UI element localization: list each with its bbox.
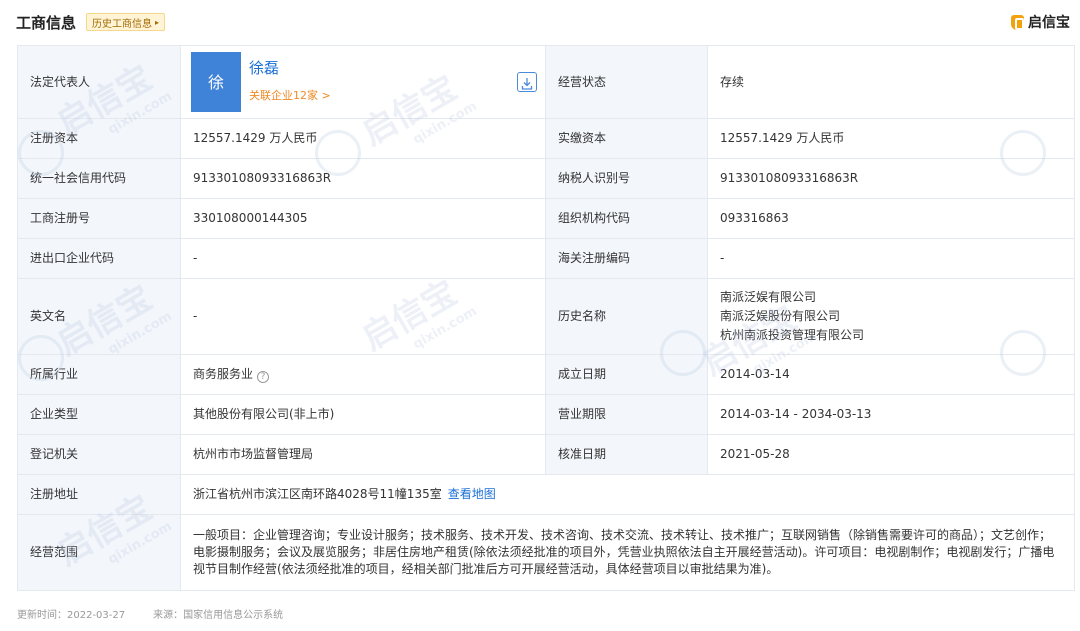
- org-code-value: 093316863: [707, 198, 1075, 239]
- table-row: 登记机关 杭州市市场监督管理局 核准日期 2021-05-28: [17, 434, 1075, 475]
- business-term-label: 营业期限: [545, 394, 708, 435]
- legal-rep-cell: 徐 徐磊 关联企业12家 >: [180, 45, 546, 119]
- business-info-table: 法定代表人 徐 徐磊 关联企业12家 > 经营状态 存续 注册资本 12557.…: [17, 45, 1075, 591]
- import-export-code-value: -: [180, 238, 546, 279]
- data-source: 来源：国家信用信息公示系统: [153, 610, 284, 621]
- reg-capital-label: 注册资本: [17, 118, 181, 159]
- reg-capital-value: 12557.1429 万人民币: [180, 118, 546, 159]
- founded-value: 2014-03-14: [707, 354, 1075, 395]
- address-cell: 浙江省杭州市滨江区南环路4028号11幢135室 查看地图: [180, 474, 1075, 515]
- customs-code-value: -: [707, 238, 1075, 279]
- qixinbao-logo-icon: [1011, 14, 1024, 30]
- export-button[interactable]: [517, 72, 537, 92]
- view-map-link[interactable]: 查看地图: [448, 487, 496, 501]
- question-circle-icon[interactable]: ?: [257, 371, 270, 383]
- table-row: 注册资本 12557.1429 万人民币 实缴资本 12557.1429 万人民…: [17, 118, 1075, 159]
- approval-date-value: 2021-05-28: [707, 434, 1075, 475]
- section-title: 工商信息: [16, 13, 77, 32]
- table-row: 所属行业 商务服务业? 成立日期 2014-03-14: [17, 354, 1075, 395]
- reg-authority-value: 杭州市市场监督管理局: [180, 434, 546, 475]
- legal-rep-name-link[interactable]: 徐磊: [249, 60, 331, 77]
- table-row: 法定代表人 徐 徐磊 关联企业12家 > 经营状态 存续: [17, 45, 1075, 119]
- update-time: 更新时间：2022-03-27: [17, 610, 126, 621]
- avatar[interactable]: 徐: [191, 52, 241, 112]
- status-label: 经营状态: [545, 45, 708, 119]
- download-export-icon: [521, 78, 533, 90]
- brand-name: 启信宝: [1028, 15, 1070, 31]
- scope-label: 经营范围: [17, 514, 181, 591]
- import-export-code-label: 进出口企业代码: [17, 238, 181, 279]
- brand-logo: 启信宝: [1011, 12, 1070, 32]
- reg-authority-label: 登记机关: [17, 434, 181, 475]
- scope-value: 一般项目：企业管理咨询；专业设计服务；技术服务、技术开发、技术咨询、技术交流、技…: [180, 514, 1075, 591]
- caret-right-icon: ▸: [155, 17, 160, 27]
- table-row: 经营范围 一般项目：企业管理咨询；专业设计服务；技术服务、技术开发、技术咨询、技…: [17, 514, 1075, 591]
- history-name-item: 南派泛娱有限公司: [720, 290, 817, 304]
- taxpayer-id-value: 91330108093316863R: [707, 158, 1075, 199]
- table-row: 工商注册号 330108000144305 组织机构代码 093316863: [17, 198, 1075, 239]
- paid-capital-value: 12557.1429 万人民币: [707, 118, 1075, 159]
- history-name-item: 杭州南派投资管理有限公司: [720, 328, 865, 342]
- footer: 更新时间：2022-03-27 来源：国家信用信息公示系统: [17, 606, 283, 621]
- industry-value: 商务服务业: [193, 367, 254, 381]
- org-code-label: 组织机构代码: [545, 198, 708, 239]
- legal-rep-label: 法定代表人: [17, 45, 181, 119]
- history-names-label: 历史名称: [545, 278, 708, 355]
- credit-code-label: 统一社会信用代码: [17, 158, 181, 199]
- company-type-label: 企业类型: [17, 394, 181, 435]
- taxpayer-id-label: 纳税人识别号: [545, 158, 708, 199]
- address-value: 浙江省杭州市滨江区南环路4028号11幢135室: [193, 487, 442, 501]
- credit-code-value: 91330108093316863R: [180, 158, 546, 199]
- history-names-value: 南派泛娱有限公司 南派泛娱股份有限公司 杭州南派投资管理有限公司: [707, 278, 1075, 355]
- founded-label: 成立日期: [545, 354, 708, 395]
- history-business-info-button[interactable]: 历史工商信息 ▸: [86, 13, 166, 31]
- related-companies-link[interactable]: 关联企业12家 >: [249, 87, 331, 104]
- paid-capital-label: 实缴资本: [545, 118, 708, 159]
- business-term-value: 2014-03-14 - 2034-03-13: [707, 394, 1075, 435]
- approval-date-label: 核准日期: [545, 434, 708, 475]
- table-row: 注册地址 浙江省杭州市滨江区南环路4028号11幢135室 查看地图: [17, 474, 1075, 515]
- history-tag-label: 历史工商信息: [92, 18, 153, 30]
- table-row: 进出口企业代码 - 海关注册编码 -: [17, 238, 1075, 279]
- industry-label: 所属行业: [17, 354, 181, 395]
- english-name-value: -: [180, 278, 546, 355]
- table-row: 英文名 - 历史名称 南派泛娱有限公司 南派泛娱股份有限公司 杭州南派投资管理有…: [17, 278, 1075, 355]
- reg-number-value: 330108000144305: [180, 198, 546, 239]
- company-type-value: 其他股份有限公司(非上市): [180, 394, 546, 435]
- table-row: 企业类型 其他股份有限公司(非上市) 营业期限 2014-03-14 - 203…: [17, 394, 1075, 435]
- industry-cell: 商务服务业?: [180, 354, 546, 395]
- customs-code-label: 海关注册编码: [545, 238, 708, 279]
- status-value: 存续: [707, 45, 1075, 119]
- section-header: 工商信息 历史工商信息 ▸ 启信宝: [16, 10, 1070, 34]
- history-name-item: 南派泛娱股份有限公司: [720, 309, 841, 323]
- reg-number-label: 工商注册号: [17, 198, 181, 239]
- english-name-label: 英文名: [17, 278, 181, 355]
- address-label: 注册地址: [17, 474, 181, 515]
- table-row: 统一社会信用代码 91330108093316863R 纳税人识别号 91330…: [17, 158, 1075, 199]
